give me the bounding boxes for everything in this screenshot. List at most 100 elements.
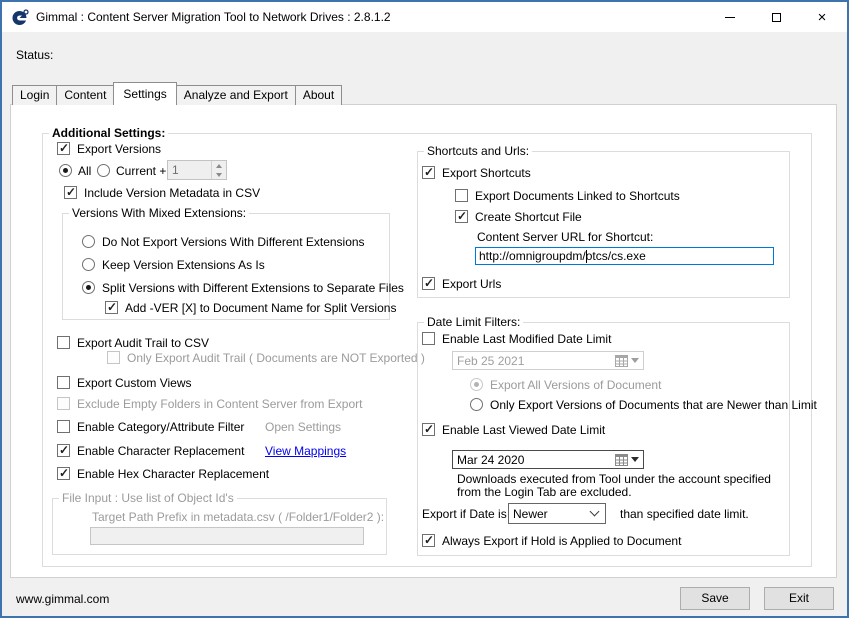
export-docs-linked-label: Export Documents Linked to Shortcuts (475, 189, 680, 203)
keep-extensions-label: Keep Version Extensions As Is (102, 258, 265, 272)
export-versions-checkbox[interactable] (57, 142, 70, 155)
file-input-title: File Input : Use list of Object Id's (59, 491, 237, 506)
enable-category-filter-checkbox[interactable] (57, 420, 70, 433)
target-path-label: Target Path Prefix in metadata.csv ( /Fo… (92, 510, 384, 524)
modified-date-picker: Feb 25 2021 (452, 351, 644, 370)
viewed-date-picker[interactable]: Mar 24 2020 (452, 450, 644, 469)
export-if-date-label: Export if Date is (422, 507, 507, 521)
export-urls-label: Export Urls (442, 277, 501, 291)
export-docs-linked-checkbox[interactable] (455, 189, 468, 202)
export-audit-trail-label: Export Audit Trail to CSV (77, 336, 209, 350)
only-export-audit-label: Only Export Audit Trail ( Documents are … (127, 351, 425, 365)
window-title: Gimmal : Content Server Migration Tool t… (36, 10, 391, 24)
tab-content[interactable]: Content (56, 85, 114, 105)
only-newer-versions-label: Only Export Versions of Documents that a… (490, 398, 817, 412)
no-export-different-ext-label: Do Not Export Versions With Different Ex… (102, 235, 365, 249)
shortcuts-urls-title: Shortcuts and Urls: (424, 144, 532, 159)
all-label: All (78, 164, 91, 178)
current-plus-last-radio[interactable] (97, 164, 110, 177)
additional-settings-title: Additional Settings: (49, 126, 168, 141)
add-ver-label: Add -VER [X] to Document Name for Split … (125, 301, 396, 315)
target-path-input (90, 527, 364, 545)
exclude-empty-folders-label: Exclude Empty Folders in Content Server … (77, 397, 362, 411)
calendar-icon (615, 454, 628, 466)
chevron-down-icon (590, 507, 600, 517)
date-comparison-value: Newer (509, 507, 591, 521)
enable-character-replacement-checkbox[interactable] (57, 444, 70, 457)
tab-strip: Login Content Settings Analyze and Expor… (12, 82, 341, 105)
viewed-note-line2: from the Login Tab are excluded. (457, 485, 632, 499)
dropdown-arrow-icon (631, 457, 639, 462)
always-export-hold-checkbox[interactable] (422, 534, 435, 547)
export-shortcuts-label: Export Shortcuts (442, 166, 531, 180)
date-comparison-select[interactable]: Newer (508, 503, 606, 524)
enable-character-replacement-label: Enable Character Replacement (77, 444, 244, 458)
add-ver-checkbox[interactable] (105, 301, 118, 314)
close-button[interactable]: × (799, 2, 845, 32)
date-limit-filters-title: Date Limit Filters: (424, 315, 523, 330)
create-shortcut-file-label: Create Shortcut File (475, 210, 582, 224)
viewed-date-value: Mar 24 2020 (453, 453, 615, 467)
tab-analyze-and-export[interactable]: Analyze and Export (176, 85, 296, 105)
text-caret (586, 250, 587, 263)
exclude-empty-folders-checkbox (57, 397, 70, 410)
gimmal-logo-icon (12, 9, 29, 26)
create-shortcut-file-checkbox[interactable] (455, 210, 468, 223)
cs-url-label: Content Server URL for Shortcut: (477, 230, 653, 244)
viewed-note-line1: Downloads executed from Tool under the a… (457, 472, 771, 486)
tab-login[interactable]: Login (12, 85, 57, 105)
enable-hex-replacement-checkbox[interactable] (57, 467, 70, 480)
exit-button[interactable]: Exit (764, 587, 834, 610)
tab-about[interactable]: About (295, 85, 342, 105)
spinner-down-icon (212, 170, 226, 179)
view-mappings-link[interactable]: View Mappings (265, 444, 346, 458)
all-radio[interactable] (59, 164, 72, 177)
app-window: Gimmal : Content Server Migration Tool t… (0, 0, 849, 618)
status-label: Status: (16, 48, 53, 62)
current-last-value: 1 (168, 161, 211, 179)
split-versions-label: Split Versions with Different Extensions… (102, 281, 404, 295)
close-icon: × (818, 10, 827, 25)
export-urls-checkbox[interactable] (422, 277, 435, 290)
keep-extensions-radio[interactable] (82, 258, 95, 271)
tab-settings[interactable]: Settings (113, 82, 176, 105)
modified-date-value: Feb 25 2021 (453, 354, 615, 368)
include-version-metadata-label: Include Version Metadata in CSV (84, 186, 260, 200)
enable-category-filter-label: Enable Category/Attribute Filter (77, 420, 244, 434)
current-last-spinner: 1 (167, 160, 227, 180)
cs-url-input[interactable] (475, 247, 774, 265)
maximize-icon (772, 13, 781, 22)
include-version-metadata-checkbox[interactable] (64, 186, 77, 199)
spinner-up-icon (212, 161, 226, 170)
minimize-button[interactable] (707, 2, 753, 32)
footer-bar: www.gimmal.com Save Exit (2, 578, 847, 616)
website-label: www.gimmal.com (16, 592, 109, 606)
minimize-icon (725, 17, 735, 18)
export-custom-views-label: Export Custom Views (77, 376, 192, 390)
export-versions-label: Export Versions (77, 142, 161, 156)
mixed-extensions-title: Versions With Mixed Extensions: (69, 206, 249, 221)
split-versions-radio[interactable] (82, 281, 95, 294)
no-export-different-ext-radio[interactable] (82, 235, 95, 248)
export-shortcuts-checkbox[interactable] (422, 166, 435, 179)
enable-hex-replacement-label: Enable Hex Character Replacement (77, 467, 269, 481)
open-settings-link: Open Settings (265, 420, 341, 434)
enable-last-modified-checkbox[interactable] (422, 332, 435, 345)
export-all-versions-radio (470, 378, 483, 391)
enable-last-viewed-checkbox[interactable] (422, 423, 435, 436)
title-bar: Gimmal : Content Server Migration Tool t… (2, 2, 847, 32)
only-export-audit-checkbox (107, 351, 120, 364)
maximize-button[interactable] (753, 2, 799, 32)
save-button[interactable]: Save (680, 587, 750, 610)
enable-last-viewed-label: Enable Last Viewed Date Limit (442, 423, 605, 437)
calendar-icon (615, 355, 628, 367)
export-custom-views-checkbox[interactable] (57, 376, 70, 389)
spinner-buttons (211, 161, 226, 179)
only-newer-versions-radio[interactable] (470, 398, 483, 411)
always-export-hold-label: Always Export if Hold is Applied to Docu… (442, 534, 681, 548)
date-limit-suffix-label: than specified date limit. (620, 507, 749, 521)
export-audit-trail-checkbox[interactable] (57, 336, 70, 349)
export-all-versions-label: Export All Versions of Document (490, 378, 661, 392)
dropdown-arrow-icon (631, 358, 639, 363)
enable-last-modified-label: Enable Last Modified Date Limit (442, 332, 611, 346)
